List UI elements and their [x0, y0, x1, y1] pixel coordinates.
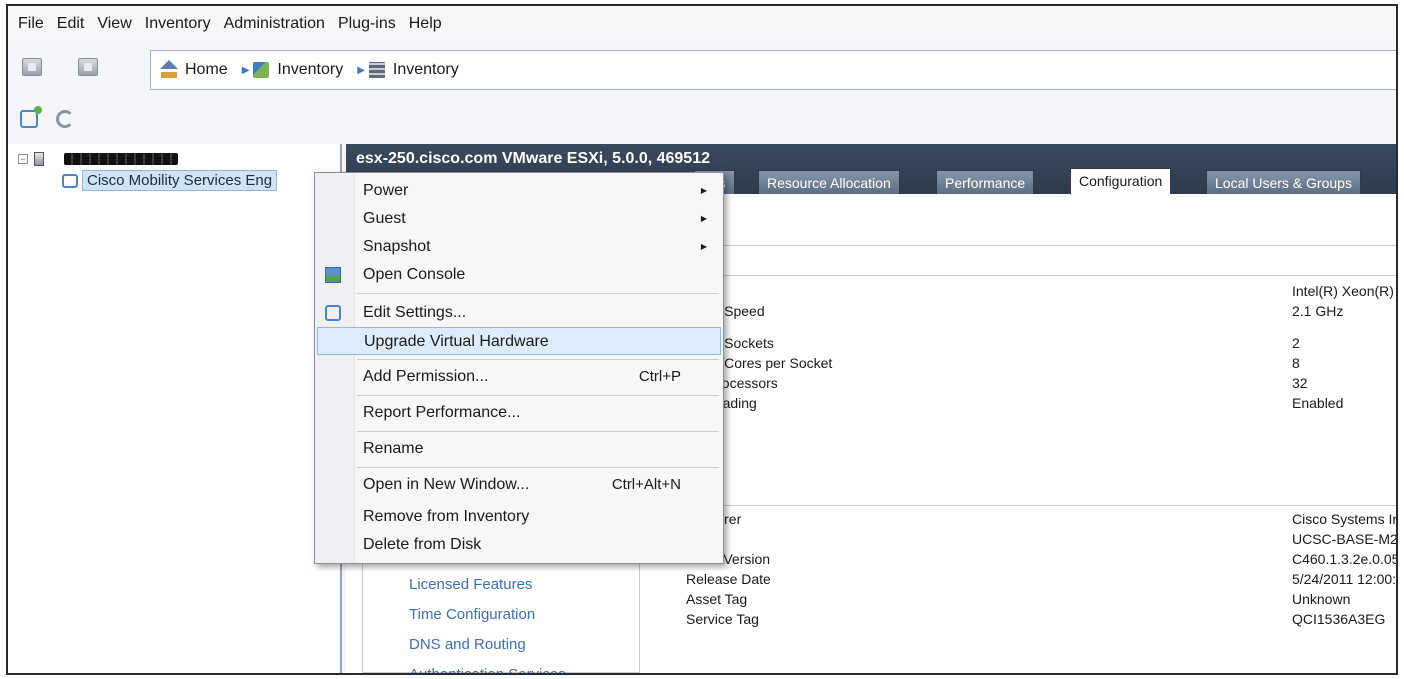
menu-item-label: Report Performance...: [363, 404, 521, 421]
menu-item-add-permission[interactable]: Add Permission... Ctrl+P: [317, 363, 721, 391]
refresh-icon[interactable]: [56, 110, 74, 128]
row-value: UCSC-BASE-M2-C460: [1292, 531, 1398, 547]
toolbar: [8, 102, 1396, 136]
host-title: esx-250.cisco.com VMware ESXi, 5.0.0, 46…: [356, 150, 710, 167]
navigation-bar: Home ▶ Inventory ▶ Inventory: [8, 50, 1396, 92]
forward-button[interactable]: [78, 58, 98, 76]
console-icon: [325, 267, 341, 283]
menu-item-shortcut: Ctrl+P: [638, 368, 681, 385]
row-value: 2.1 GHz: [1292, 303, 1344, 319]
menu-separator: [357, 467, 719, 468]
row-value: Enabled: [1292, 395, 1344, 411]
edit-settings-icon: [325, 305, 341, 321]
menu-item-power[interactable]: Power ▶: [317, 177, 721, 205]
breadcrumb: Home ▶ Inventory ▶ Inventory: [150, 50, 1396, 90]
breadcrumb-home-label: Home: [185, 61, 228, 78]
section-system: em: [642, 478, 1396, 506]
menu-bar: File Edit View Inventory Administration …: [8, 6, 1396, 42]
breadcrumb-arrow-icon: ▶: [241, 64, 250, 76]
menu-item-label: Delete from Disk: [363, 536, 482, 553]
menu-item-remove-from-inventory[interactable]: Remove from Inventory: [317, 503, 721, 531]
collapse-icon[interactable]: −: [18, 154, 28, 164]
menu-item-label: Rename: [363, 440, 424, 457]
vm-icon: [62, 173, 78, 188]
row-value: 8: [1292, 355, 1300, 371]
context-menu: Power ▶ Guest ▶ Snapshot ▶ Open Console Edi…: [314, 172, 724, 564]
row-value: 2: [1292, 335, 1300, 351]
menu-plugins[interactable]: Plug-ins: [338, 15, 396, 33]
menu-item-guest[interactable]: Guest ▶: [317, 205, 721, 233]
row-value: 32: [1292, 375, 1308, 391]
tab-resource-allocation[interactable]: Resource Allocation: [758, 170, 900, 194]
menu-item-label: Open in New Window...: [363, 476, 530, 493]
link-authentication-services[interactable]: Authentication Services: [409, 666, 566, 673]
menu-item-snapshot[interactable]: Snapshot ▶: [317, 233, 721, 261]
menu-item-rename[interactable]: Rename: [317, 435, 721, 463]
section-general: eral: [642, 248, 1396, 276]
link-time-configuration[interactable]: Time Configuration: [409, 606, 535, 623]
tree-vm-node[interactable]: Cisco Mobility Services Eng: [62, 170, 278, 191]
menu-separator: [357, 293, 719, 294]
row-key: Release Date: [686, 571, 771, 587]
menu-edit[interactable]: Edit: [57, 15, 85, 33]
menu-file[interactable]: File: [18, 15, 44, 33]
menu-item-label: Snapshot: [363, 238, 431, 255]
menu-administration[interactable]: Administration: [224, 15, 325, 33]
breadcrumb-inventory-label: Inventory: [277, 61, 344, 78]
breadcrumb-inventory-hosts-label: Inventory: [392, 61, 459, 78]
menu-item-label: Open Console: [363, 266, 466, 283]
vsphere-client-window: File Edit View Inventory Administration …: [6, 4, 1398, 675]
row-value: 5/24/2011 12:00:00 AM: [1292, 571, 1397, 587]
menu-inventory[interactable]: Inventory: [145, 15, 211, 33]
link-licensed-features[interactable]: Licensed Features: [409, 576, 532, 593]
menu-help[interactable]: Help: [409, 15, 442, 33]
menu-item-open-new-window[interactable]: Open in New Window... Ctrl+Alt+N: [317, 471, 721, 499]
menu-item-label: Add Permission...: [363, 368, 489, 385]
menu-item-label: Edit Settings...: [363, 304, 467, 321]
row-key: Service Tag: [686, 611, 759, 627]
menu-item-label: Power: [363, 182, 409, 199]
row-value: Unknown: [1292, 591, 1351, 607]
row-value: C460.1.3.2e.0.052420111616: [1292, 551, 1398, 567]
submenu-arrow-icon: ▶: [700, 242, 707, 251]
hosts-clusters-icon: [368, 62, 385, 78]
row-value: Intel(R) Xeon(R) CPU E7- 4830 @ 2.13GHz: [1292, 283, 1396, 299]
menu-view[interactable]: View: [97, 15, 131, 33]
menu-item-shortcut: Ctrl+Alt+N: [611, 476, 681, 493]
breadcrumb-arrow-icon: ▶: [357, 64, 365, 76]
tree-host-node[interactable]: −: [18, 152, 178, 166]
menu-separator: [357, 431, 719, 432]
menu-item-edit-settings[interactable]: Edit Settings...: [317, 299, 721, 327]
menu-item-delete-from-disk[interactable]: Delete from Disk: [317, 531, 721, 559]
menu-item-label: Guest: [363, 210, 406, 227]
menu-item-report-performance[interactable]: Report Performance...: [317, 399, 721, 427]
tab-performance[interactable]: Performance: [936, 170, 1035, 194]
link-dns-routing[interactable]: DNS and Routing: [409, 636, 526, 653]
menu-item-upgrade-virtual-hardware[interactable]: Upgrade Virtual Hardware: [317, 327, 721, 355]
inventory-icon: [253, 62, 270, 78]
breadcrumb-home[interactable]: Home: [160, 60, 228, 79]
new-vm-icon[interactable]: [20, 106, 42, 128]
menu-separator: [357, 359, 719, 360]
submenu-arrow-icon: ▶: [700, 214, 707, 223]
vm-label: Cisco Mobility Services Eng: [82, 170, 278, 191]
tab-configuration[interactable]: Configuration: [1070, 168, 1172, 194]
host-name-redacted: [64, 153, 178, 165]
home-icon: [160, 60, 178, 78]
row-value: QCI1536A3EG: [1292, 611, 1386, 627]
menu-item-label: Remove from Inventory: [363, 508, 530, 525]
row-key: Asset Tag: [686, 591, 748, 607]
tab-local-users-groups[interactable]: Local Users & Groups: [1206, 170, 1361, 194]
row-value: Cisco Systems Inc: [1292, 511, 1398, 527]
submenu-arrow-icon: ▶: [700, 186, 707, 195]
breadcrumb-inventory-hosts[interactable]: ▶ Inventory: [357, 61, 459, 79]
inventory-tree: − Cisco Mobility Services Eng: [8, 144, 342, 673]
back-button[interactable]: [22, 58, 42, 76]
breadcrumb-inventory[interactable]: ▶ Inventory: [241, 61, 344, 79]
menu-separator: [357, 395, 719, 396]
section-processors: essors: [642, 218, 1396, 246]
host-icon: [34, 152, 44, 166]
menu-item-open-console[interactable]: Open Console: [317, 261, 721, 289]
menu-item-label: Upgrade Virtual Hardware: [364, 333, 549, 350]
